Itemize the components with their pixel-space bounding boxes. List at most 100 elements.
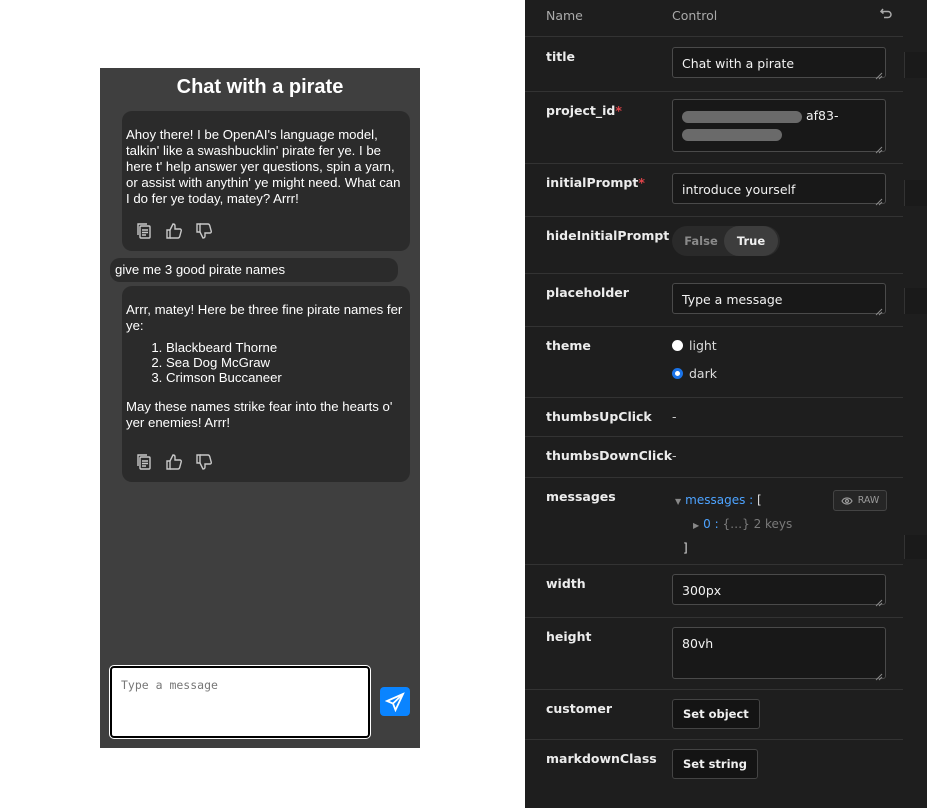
set-string-button[interactable]: Set string — [672, 749, 758, 779]
resize-grip-icon[interactable] — [875, 668, 883, 681]
reset-icon[interactable] — [879, 6, 895, 22]
scroll-stub — [904, 288, 927, 314]
pirate-name-list: Blackbeard Thorne Sea Dog McGraw Crimson… — [126, 340, 406, 385]
redacted-text — [682, 128, 782, 141]
prop-row-project-id: project_id* af83- — [525, 91, 903, 164]
prop-row-placeholder: placeholder Type a message — [525, 273, 903, 327]
required-marker: * — [615, 103, 622, 118]
raw-label: RAW — [857, 495, 880, 506]
field-value: Chat with a pirate — [682, 56, 795, 71]
column-name-header: Name — [546, 8, 583, 23]
prop-row-width: width 300px — [525, 564, 903, 618]
list-item: Crimson Buccaneer — [166, 370, 406, 385]
resize-grip-icon[interactable] — [875, 193, 883, 206]
radio-label: dark — [689, 366, 717, 381]
prop-label: thumbsUpClick — [546, 409, 652, 424]
prop-row-title: title Chat with a pirate — [525, 37, 903, 92]
prop-label: title — [546, 49, 575, 64]
prop-label: project_id* — [546, 103, 622, 118]
copy-icon[interactable] — [134, 221, 154, 241]
field-value: Type a message — [682, 292, 783, 307]
list-item: Sea Dog McGraw — [166, 355, 406, 370]
message-actions — [134, 452, 214, 472]
prop-label: hideInitialPrompt — [546, 228, 670, 243]
resize-grip-icon[interactable] — [875, 67, 883, 80]
field-value: af83- — [805, 108, 839, 123]
scroll-stub — [904, 52, 927, 78]
set-object-button[interactable]: Set object — [672, 699, 760, 729]
redacted-text — [682, 110, 802, 123]
title-field[interactable]: Chat with a pirate — [672, 47, 886, 80]
props-panel: Name Control title Chat with a pirate pr… — [525, 0, 927, 808]
prop-label: theme — [546, 338, 591, 353]
prop-row-theme: theme light dark — [525, 326, 903, 398]
thumbs-down-icon[interactable] — [194, 221, 214, 241]
copy-icon[interactable] — [134, 452, 154, 472]
required-marker: * — [638, 175, 645, 190]
prop-row-height: height 80vh — [525, 617, 903, 690]
thumbs-down-icon[interactable] — [194, 452, 214, 472]
radio-dark-dot — [672, 368, 683, 379]
radio-dark[interactable]: dark — [672, 366, 717, 381]
resize-grip-icon[interactable] — [875, 594, 883, 607]
user-message: give me 3 good pirate names — [110, 258, 398, 282]
radio-light-dot — [672, 340, 683, 351]
chat-title: Chat with a pirate — [176, 76, 344, 98]
prop-label: messages — [546, 489, 616, 504]
json-open-bracket: [ — [757, 493, 762, 507]
resize-grip-icon[interactable] — [875, 303, 883, 316]
assistant-message: Arrr, matey! Here be three fine pirate n… — [122, 286, 410, 482]
prop-label: height — [546, 629, 592, 644]
height-field[interactable]: 80vh — [672, 627, 886, 681]
prop-row-thumbs-up-click: thumbsUpClick - — [525, 397, 903, 437]
scroll-stub — [904, 180, 927, 206]
prop-label: markdownClass — [546, 751, 657, 766]
resize-grip-icon[interactable] — [875, 141, 883, 154]
json-count: 2 keys — [753, 517, 793, 531]
boolean-toggle: False True — [672, 226, 780, 256]
radio-label: light — [689, 338, 717, 353]
eye-icon — [841, 496, 853, 505]
json-summary: {…} — [722, 517, 750, 531]
field-value: 80vh — [682, 636, 714, 651]
prop-row-initial-prompt: initialPrompt* introduce yourself — [525, 163, 903, 217]
placeholder-field[interactable]: Type a message — [672, 283, 886, 316]
prop-row-customer: customer Set object — [525, 689, 903, 740]
scroll-stub — [904, 535, 927, 559]
send-button[interactable] — [380, 687, 410, 716]
radio-light[interactable]: light — [672, 338, 717, 353]
field-value: 300px — [682, 583, 722, 598]
toggle-true[interactable]: True — [724, 226, 778, 256]
message-outro: May these names strike fear into the hea… — [126, 399, 393, 430]
panel-header: Name Control — [525, 0, 903, 37]
prop-row-messages: messages ▼ messages : [ ▶ 0 : {…} 2 keys ]… — [525, 477, 903, 565]
json-close-bracket: ] — [683, 541, 688, 555]
initial-prompt-field[interactable]: introduce yourself — [672, 173, 886, 206]
thumbs-up-icon[interactable] — [164, 221, 184, 241]
prop-label: initialPrompt* — [546, 175, 645, 190]
prop-row-hide-initial-prompt: hideInitialPrompt False True — [525, 216, 903, 274]
json-root[interactable]: ▼ messages : [ — [675, 489, 792, 513]
list-item: Blackbeard Thorne — [166, 340, 406, 355]
toggle-false[interactable]: False — [674, 226, 728, 256]
expand-icon: ▶ — [693, 521, 700, 530]
project-id-field[interactable]: af83- — [672, 99, 886, 154]
prop-label: thumbsDownClick — [546, 448, 673, 463]
prop-row-markdown-class: markdownClass Set string — [525, 739, 903, 793]
prop-label: placeholder — [546, 285, 629, 300]
empty-value: - — [672, 409, 677, 424]
raw-toggle-button[interactable]: RAW — [833, 490, 887, 511]
collapse-icon: ▼ — [675, 497, 682, 506]
json-item[interactable]: ▶ 0 : {…} 2 keys — [675, 513, 792, 537]
message-intro: Arrr, matey! Here be three fine pirate n… — [126, 302, 403, 333]
message-text: Ahoy there! I be OpenAI's language model… — [126, 127, 401, 206]
chat-widget: Chat with a pirate Ahoy there! I be Open… — [100, 68, 420, 748]
column-control-header: Control — [672, 8, 718, 23]
width-field[interactable]: 300px — [672, 574, 886, 607]
message-input[interactable] — [112, 668, 368, 736]
prop-label: customer — [546, 701, 612, 716]
message-actions — [134, 221, 214, 241]
thumbs-up-icon[interactable] — [164, 452, 184, 472]
json-index: 0 — [703, 517, 711, 531]
json-viewer: ▼ messages : [ ▶ 0 : {…} 2 keys ] — [675, 489, 792, 559]
